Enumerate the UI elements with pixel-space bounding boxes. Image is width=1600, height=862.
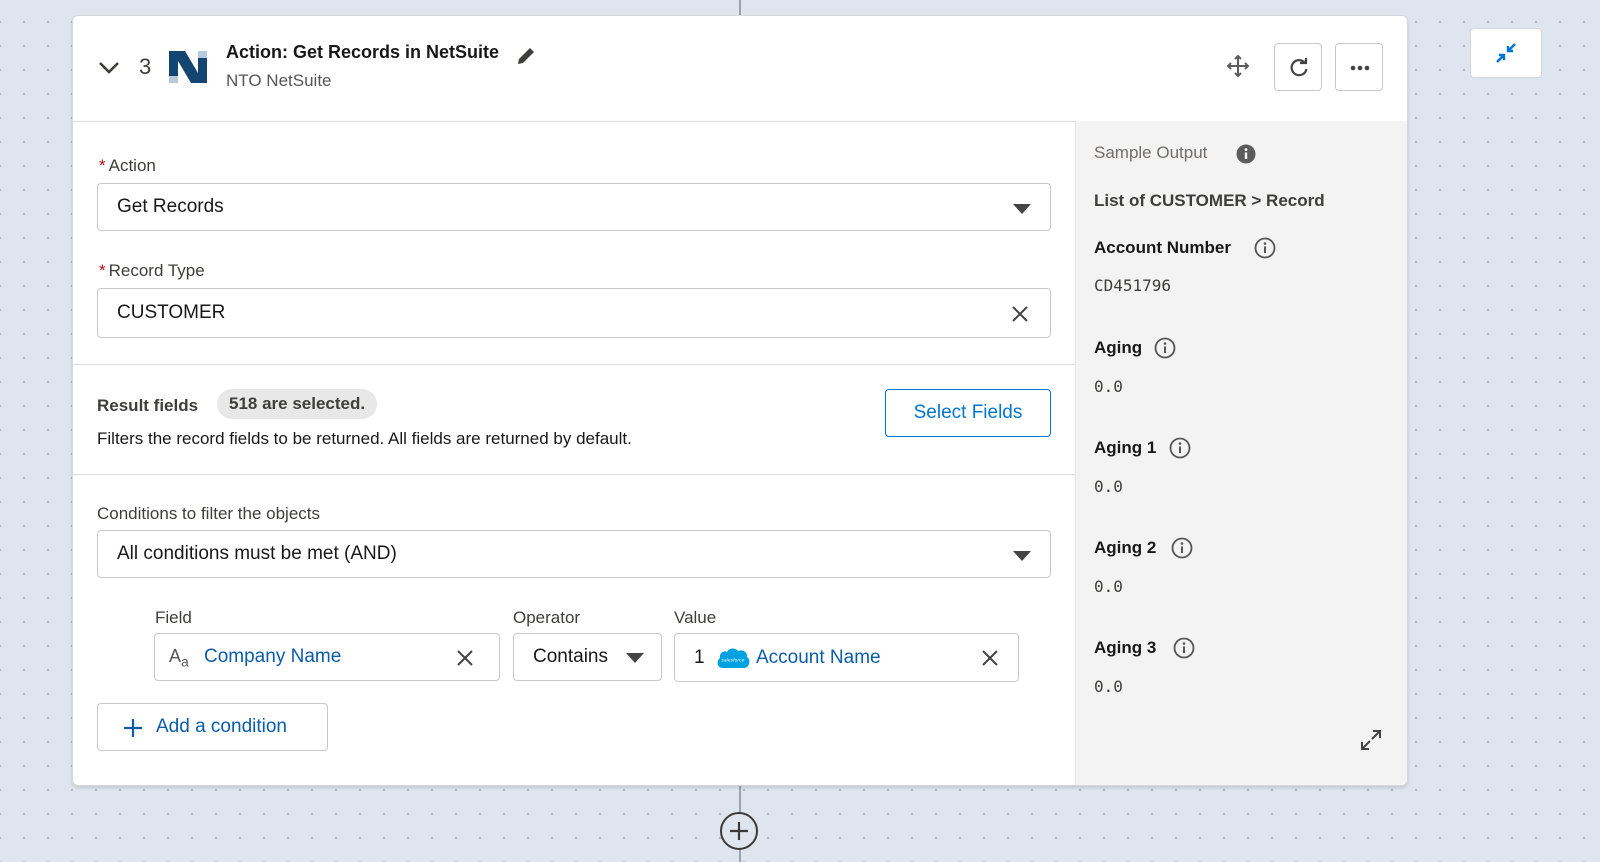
output-field-value: 0.0 <box>1094 677 1123 696</box>
info-icon[interactable] <box>1173 637 1195 659</box>
output-field-value: 0.0 <box>1094 477 1123 496</box>
divider <box>73 474 1075 475</box>
info-icon[interactable] <box>1154 337 1176 359</box>
condition-field-input[interactable]: Aa Company Name <box>154 633 500 681</box>
close-icon[interactable] <box>456 649 474 667</box>
record-type-label: * Record Type <box>99 261 205 280</box>
salesforce-cloud-icon: salesforce <box>717 648 750 668</box>
add-condition-button[interactable]: Add a condition <box>97 703 328 751</box>
add-condition-label: Add a condition <box>156 716 287 737</box>
output-field-name: Aging 1 <box>1094 438 1157 457</box>
value-column-label: Value <box>674 608 717 627</box>
output-field-name: Aging 2 <box>1094 538 1157 557</box>
text-type-icon: Aa <box>169 646 189 670</box>
condition-value-prefix: 1 <box>694 647 705 668</box>
collapse-icon <box>1496 43 1516 63</box>
result-fields-description: Filters the record fields to be returned… <box>97 429 632 448</box>
chevron-down-icon[interactable] <box>97 60 121 76</box>
collapse-view-button[interactable] <box>1470 28 1542 78</box>
record-type-field[interactable]: CUSTOMER <box>97 288 1051 338</box>
step-title: Action: Get Records in NetSuite <box>226 42 500 62</box>
condition-operator-value: Contains <box>533 646 608 667</box>
add-circle-icon <box>730 822 748 840</box>
action-label: * Action <box>99 156 156 175</box>
netsuite-logo <box>169 48 207 86</box>
output-field-value: 0.0 <box>1094 377 1123 396</box>
sample-output-path: List of CUSTOMER > Record <box>1094 191 1325 210</box>
info-icon[interactable] <box>1254 237 1276 259</box>
step-subtitle: NTO NetSuite <box>226 71 332 90</box>
output-field-name: Account Number <box>1094 238 1231 257</box>
configuration-panel: * Action Get Records * Record Type CUSTOME… <box>73 121 1075 785</box>
result-fields-badge: 518 are selected. <box>217 389 378 419</box>
close-icon[interactable] <box>1011 305 1029 323</box>
action-select[interactable]: Get Records <box>97 183 1051 231</box>
more-actions-button[interactable] <box>1335 43 1383 91</box>
more-icon <box>1350 65 1370 71</box>
flow-connector-top <box>739 0 741 15</box>
dropdown-caret-icon <box>626 653 644 663</box>
result-fields-label: Result fields <box>97 396 199 415</box>
condition-value-input[interactable]: 1 salesforce Account Name <box>674 633 1019 682</box>
output-field-value: 0.0 <box>1094 577 1123 596</box>
pencil-icon[interactable] <box>515 45 537 67</box>
refresh-button[interactable] <box>1274 43 1322 91</box>
condition-field-value: Company Name <box>204 646 342 667</box>
dropdown-caret-icon <box>1013 204 1031 214</box>
action-step-card: 3 Action: Get Records in NetSuite NTO Ne… <box>72 15 1408 786</box>
info-icon[interactable] <box>1169 437 1191 459</box>
select-fields-button[interactable]: Select Fields <box>885 389 1051 437</box>
sample-output-panel: Sample Output List of CUSTOMER > Record … <box>1075 121 1407 785</box>
plus-icon <box>124 719 142 737</box>
info-icon[interactable] <box>1171 537 1193 559</box>
divider <box>73 364 1075 365</box>
svg-text:salesforce: salesforce <box>722 658 745 664</box>
move-icon[interactable] <box>1227 55 1249 77</box>
expand-icon[interactable] <box>1360 729 1382 751</box>
output-field-value: CD451796 <box>1094 276 1172 295</box>
conditions-value: All conditions must be met (AND) <box>117 543 397 564</box>
step-number: 3 <box>139 54 152 79</box>
conditions-select[interactable]: All conditions must be met (AND) <box>97 530 1051 578</box>
sample-output-title: Sample Output <box>1094 143 1208 162</box>
step-header: 3 Action: Get Records in NetSuite NTO Ne… <box>73 16 1407 122</box>
action-value: Get Records <box>117 196 224 217</box>
dropdown-caret-icon <box>1013 551 1031 561</box>
record-type-value: CUSTOMER <box>117 302 226 323</box>
output-field-name: Aging 3 <box>1094 638 1157 657</box>
operator-column-label: Operator <box>513 608 581 627</box>
close-icon[interactable] <box>981 649 999 667</box>
info-icon[interactable] <box>1236 144 1256 164</box>
add-step-button[interactable] <box>720 812 758 850</box>
refresh-icon <box>1290 58 1308 77</box>
output-field-name: Aging <box>1094 338 1143 357</box>
condition-value-text: Account Name <box>756 647 881 668</box>
condition-operator-select[interactable]: Contains <box>513 633 662 681</box>
field-column-label: Field <box>155 608 192 627</box>
conditions-label: Conditions to filter the objects <box>97 504 321 523</box>
